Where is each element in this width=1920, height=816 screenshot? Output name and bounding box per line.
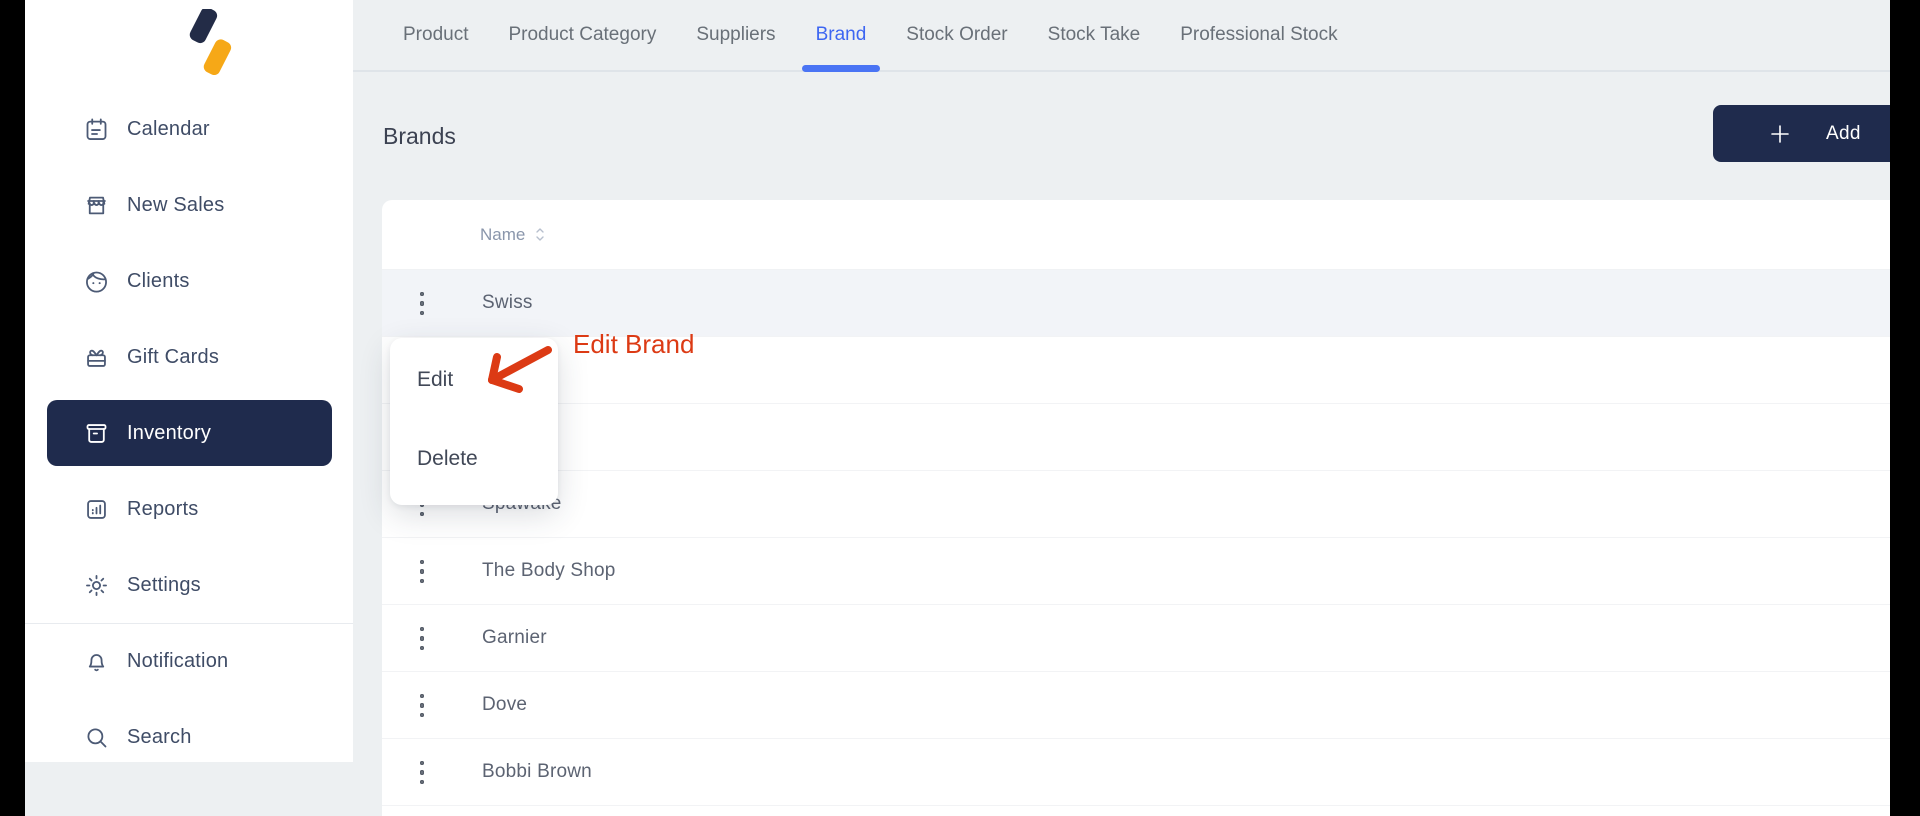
table-row[interactable] [382,404,1890,471]
plus-icon [1771,124,1789,143]
gift-icon [83,344,110,371]
context-menu-delete[interactable]: Delete [417,447,558,471]
tab-stock-take[interactable]: Stock Take [1028,0,1161,70]
brand-name: Garnier [482,627,547,648]
face-icon [83,268,110,295]
app-window: Calendar New Sales Clients Gift Cards In… [0,0,1920,816]
tab-product-category[interactable]: Product Category [488,0,676,70]
table-row[interactable]: Swiss [382,270,1890,337]
sidebar-item-settings[interactable]: Settings [25,547,353,623]
storefront-icon [83,192,110,219]
table-header-row: Name [382,200,1890,270]
gear-icon [83,572,110,599]
table-row[interactable]: Dove [382,672,1890,739]
sidebar-item-notification[interactable]: Notification [25,623,353,699]
sidebar-item-label: Search [127,725,192,748]
brand-name: The Body Shop [482,560,616,581]
sidebar-item-gift-cards[interactable]: Gift Cards [25,319,353,395]
sort-icon[interactable] [534,226,546,243]
kebab-menu-icon[interactable] [406,672,438,739]
right-letterbox [1890,0,1920,816]
tab-stock-order[interactable]: Stock Order [886,0,1027,70]
brand-name: Bobbi Brown [482,761,592,782]
search-icon [83,724,110,751]
calendar-icon [83,116,110,143]
kebab-menu-icon[interactable] [406,739,438,806]
lightning-bolt-logo [189,9,232,75]
kebab-menu-icon[interactable] [406,605,438,672]
sidebar-item-calendar[interactable]: Calendar [25,91,353,167]
sidebar-item-inventory[interactable]: Inventory [47,400,332,466]
kebab-menu-icon[interactable] [406,270,438,337]
annotation-text: Edit Brand [573,329,695,359]
sidebar-item-clients[interactable]: Clients [25,243,353,319]
tab-product[interactable]: Product [383,0,488,70]
brand-name: Swiss [482,292,533,313]
sidebar-item-label: Clients [127,269,190,292]
sidebar-item-label: New Sales [127,193,225,216]
table-row[interactable]: Garnier [382,605,1890,672]
sidebar-nav: Calendar New Sales Clients Gift Cards In… [25,91,353,775]
table-row[interactable]: Spawake [382,471,1890,538]
page-title: Brands [383,122,456,149]
sidebar-item-label: Notification [127,650,229,672]
kebab-menu-icon[interactable] [406,538,438,605]
tab-brand[interactable]: Brand [796,0,887,72]
annotation-arrow-icon [478,338,562,402]
sidebar-item-label: Reports [127,497,199,520]
column-header-name[interactable]: Name [480,225,525,245]
logo [25,0,353,91]
table-row[interactable]: The Body Shop [382,538,1890,605]
sidebar: Calendar New Sales Clients Gift Cards In… [25,0,353,762]
sidebar-item-search[interactable]: Search [25,699,353,775]
left-letterbox [0,0,25,816]
brand-name: Dove [482,694,528,715]
bar-chart-icon [83,496,110,523]
tab-suppliers[interactable]: Suppliers [676,0,795,70]
add-brand-button[interactable]: Add [1713,105,1890,162]
sidebar-item-label: Gift Cards [127,345,220,368]
brands-table: Name Swiss Spawake [382,200,1890,816]
tab-professional-stock[interactable]: Professional Stock [1160,0,1357,70]
bell-icon [83,648,110,675]
main-area: Product Product Category Suppliers Brand… [353,0,1890,816]
page-header: Brands [353,72,1890,200]
sidebar-item-reports[interactable]: Reports [25,471,353,547]
inventory-tabbar: Product Product Category Suppliers Brand… [353,0,1890,72]
sidebar-item-label: Calendar [127,117,210,140]
box-icon [83,420,110,447]
sidebar-item-label: Inventory [127,421,212,444]
add-button-label: Add [1826,122,1861,144]
sidebar-item-new-sales[interactable]: New Sales [25,167,353,243]
table-row[interactable]: Bobbi Brown [382,739,1890,806]
sidebar-item-label: Settings [127,573,201,596]
